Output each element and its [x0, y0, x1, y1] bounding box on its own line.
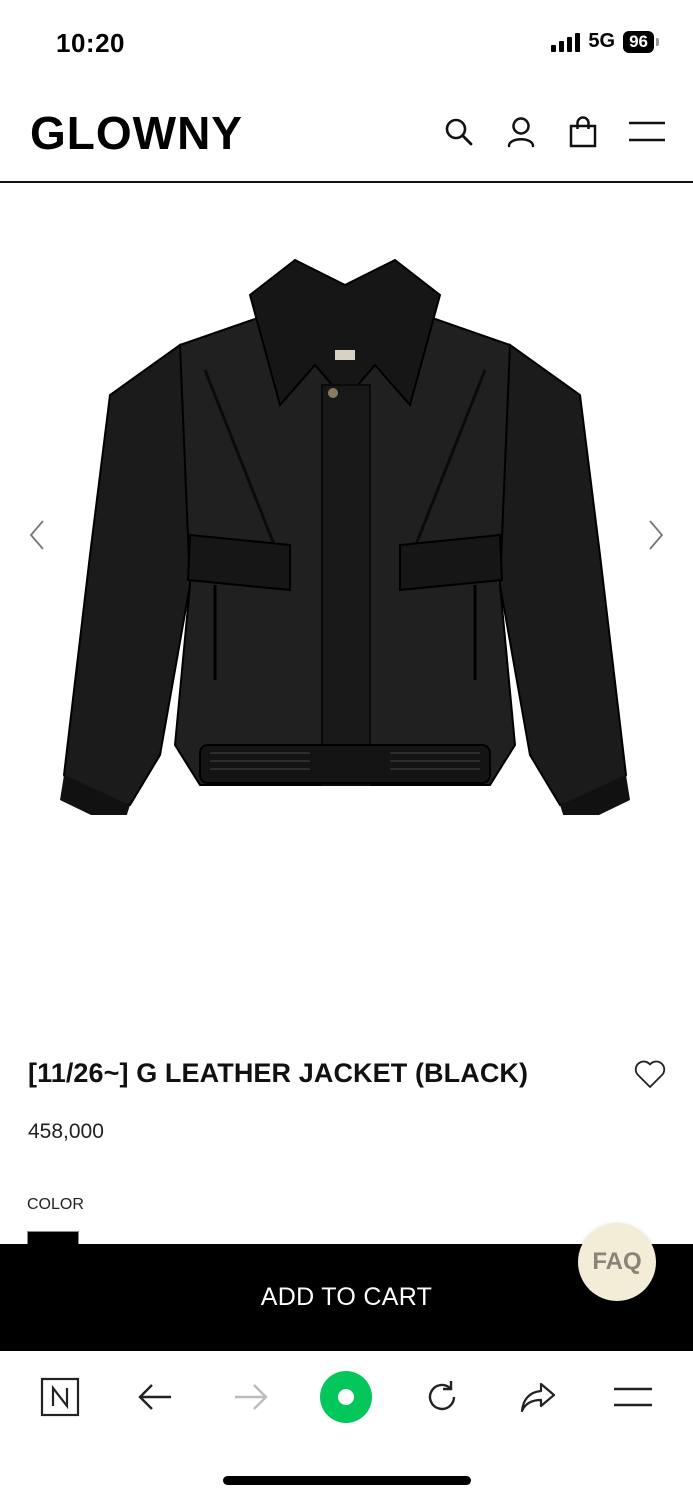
site-header: GLOWNY: [0, 88, 693, 183]
reload-icon[interactable]: [416, 1371, 468, 1423]
faq-label: FAQ: [592, 1248, 642, 1275]
forward-arrow-icon[interactable]: [225, 1371, 277, 1423]
home-indicator[interactable]: [223, 1476, 471, 1485]
search-icon[interactable]: [441, 114, 477, 150]
chevron-left-icon[interactable]: [22, 515, 52, 555]
green-dot-icon[interactable]: [320, 1371, 373, 1423]
share-icon[interactable]: [512, 1371, 564, 1423]
browser-toolbar: [0, 1351, 693, 1443]
status-indicators: 5G 96: [551, 30, 659, 53]
battery-level: 96: [623, 30, 654, 53]
naver-n-icon[interactable]: [34, 1371, 86, 1423]
product-image: [60, 258, 630, 815]
battery-icon: 96: [623, 30, 659, 53]
color-label: COLOR: [27, 1196, 84, 1213]
product-price: 458,000: [28, 1120, 104, 1143]
network-type: 5G: [588, 30, 616, 52]
status-time: 10:20: [56, 28, 125, 58]
chevron-right-icon[interactable]: [641, 515, 671, 555]
heart-icon[interactable]: [633, 1058, 667, 1092]
account-icon[interactable]: [503, 114, 539, 150]
signal-icon: [551, 32, 581, 52]
status-bar: 10:20 5G 96: [0, 0, 693, 88]
product-title: [11/26~] G LEATHER JACKET (BLACK): [28, 1058, 529, 1088]
add-to-cart-label: ADD TO CART: [260, 1283, 433, 1311]
back-arrow-icon[interactable]: [129, 1371, 181, 1423]
faq-button[interactable]: FAQ: [578, 1223, 656, 1301]
shopping-bag-icon[interactable]: [565, 114, 601, 150]
menu-icon[interactable]: [627, 114, 667, 150]
brand-logo[interactable]: GLOWNY: [30, 106, 243, 160]
product-gallery[interactable]: [0, 185, 693, 1025]
header-actions: [441, 114, 667, 150]
menu-icon[interactable]: [607, 1371, 659, 1423]
